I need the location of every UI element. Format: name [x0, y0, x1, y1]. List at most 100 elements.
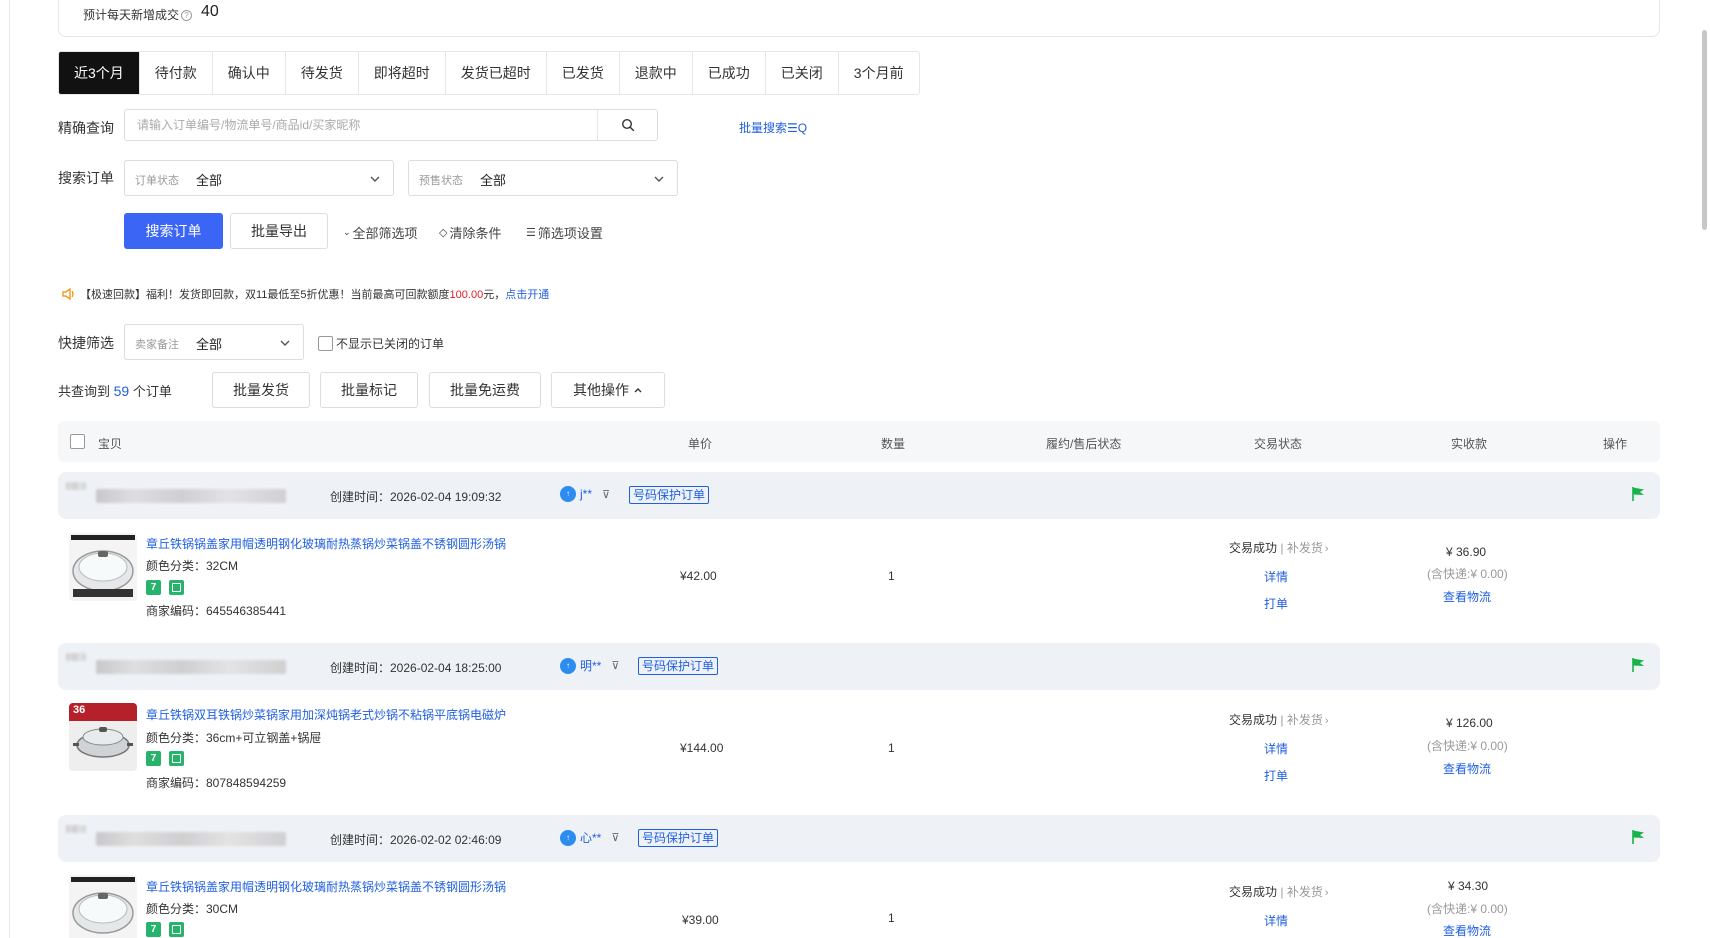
filter-icon[interactable]: ⊽ [611, 831, 619, 844]
filter-icon[interactable]: ⊽ [611, 659, 619, 672]
product-title-link[interactable]: 章丘铁锅锅盖家用帽透明钢化玻璃耐热蒸锅炒菜锅盖不锈钢圆形汤锅 [146, 878, 506, 895]
created-time: 创建时间：2026-02-04 18:25:00 [330, 661, 502, 675]
flag-icon[interactable] [1631, 829, 1645, 845]
seven-day-return-icon: 7 [146, 751, 161, 766]
batch-ship-button[interactable]: 批量发货 [212, 372, 310, 408]
blurred-order-number [96, 660, 286, 674]
product-title-link[interactable]: 章丘铁锅双耳铁锅炒菜锅家用加深炖锅老式炒锅不粘锅平底锅电磁炉 [146, 706, 506, 723]
print-order-link[interactable]: 打单 [1264, 595, 1288, 612]
seller-memo-select[interactable]: 卖家备注 全部 [124, 324, 304, 360]
product-image-badge: 36 [73, 704, 86, 716]
batch-mark-button[interactable]: 批量标记 [320, 372, 418, 408]
flag-icon[interactable] [1631, 486, 1645, 502]
product-tags: 7 [146, 922, 184, 937]
resend-link[interactable]: 补发货 [1287, 713, 1323, 727]
received-amount: ¥ 36.90 [1446, 545, 1487, 559]
received-amount: ¥ 126.00 [1446, 716, 1493, 730]
created-time: 创建时间：2026-02-04 19:09:32 [330, 490, 502, 504]
resend-link[interactable]: 补发货 [1287, 885, 1323, 899]
shipping-fee-included: (含快递:¥ 0.00) [1427, 567, 1508, 581]
help-icon[interactable]: ? [181, 10, 193, 21]
hide-closed-checkbox[interactable] [318, 336, 333, 351]
chevron-right-icon: › [1324, 887, 1329, 899]
vertical-scrollbar[interactable] [1702, 30, 1707, 230]
order-header: 创建时间：2026-02-04 19:09:32 ↑ j** ⊽ 号码保护订单 [58, 472, 1660, 519]
order-detail-link[interactable]: 详情 [1264, 568, 1288, 585]
tab-closed[interactable]: 已关闭 [765, 52, 839, 94]
daily-new-deals-label: 预计每天新增成交? [83, 6, 193, 23]
buyer-name[interactable]: ↑ 明** ⊽ [560, 657, 619, 674]
blurred-order-id [66, 482, 86, 490]
print-order-link[interactable]: 打单 [1264, 767, 1288, 784]
enable-link[interactable]: 点击开通 [505, 289, 549, 301]
precise-search-input[interactable] [125, 110, 597, 140]
chevron-down-icon [280, 340, 290, 346]
view-logistics-link[interactable]: 查看物流 [1443, 760, 1491, 777]
order-status-tabs: 近3个月 待付款 确认中 待发货 即将超时 发货已超时 已发货 退款中 已成功 … [58, 51, 920, 95]
flag-icon[interactable] [1631, 657, 1645, 673]
buyer-name[interactable]: ↑ j** ⊽ [560, 486, 610, 502]
all-filters-toggle[interactable]: ⌄ 全部筛选项 [343, 223, 418, 242]
order-status-select[interactable]: 订单状态 全部 [124, 160, 394, 196]
col-quantity: 数量 [881, 437, 906, 451]
select-all-checkbox[interactable] [70, 434, 85, 449]
product-image[interactable]: 36 [69, 703, 137, 771]
filter-icon[interactable]: ⊽ [602, 488, 610, 501]
chevron-down-icon [370, 176, 380, 182]
batch-export-button[interactable]: 批量导出 [230, 213, 328, 249]
number-protection-badge: 号码保护订单 [638, 829, 719, 847]
blurred-order-id [66, 825, 86, 833]
view-logistics-link[interactable]: 查看物流 [1443, 922, 1491, 938]
product-image[interactable] [69, 875, 137, 938]
pot-lid-image [69, 875, 137, 938]
tab-succeeded[interactable]: 已成功 [692, 52, 766, 94]
tab-about-to-timeout[interactable]: 即将超时 [358, 52, 446, 94]
merchant-code: 商家编码：807848594259 [146, 776, 287, 790]
other-operations-button[interactable]: 其他操作 [551, 372, 665, 408]
buyer-name[interactable]: ↑ 心** ⊽ [560, 829, 619, 846]
product-image[interactable] [69, 533, 137, 601]
tab-to-ship[interactable]: 待发货 [285, 52, 359, 94]
clear-conditions-button[interactable]: ◇ 清除条件 [439, 223, 501, 242]
tab-ship-timeout[interactable]: 发货已超时 [445, 52, 547, 94]
seven-day-return-icon: 7 [146, 580, 161, 595]
search-orders-button[interactable]: 搜索订单 [124, 213, 223, 249]
filter-settings-button[interactable]: ☰ 筛选项设置 [526, 223, 603, 242]
precise-search-label: 精确查询 [58, 120, 114, 136]
service-badge-icon [169, 751, 184, 766]
col-actions: 操作 [1603, 437, 1628, 451]
buyer-avatar-icon: ↑ [560, 657, 576, 674]
order-detail-link[interactable]: 详情 [1264, 912, 1288, 929]
col-item: 宝贝 [98, 437, 123, 451]
unit-price: ¥39.00 [682, 913, 719, 927]
product-sku: 颜色分类：30CM [146, 902, 239, 916]
unit-price: ¥144.00 [680, 741, 724, 755]
tab-refunding[interactable]: 退款中 [619, 52, 693, 94]
tab-older-than-3-months[interactable]: 3个月前 [838, 52, 919, 94]
order-detail-link[interactable]: 详情 [1264, 740, 1288, 757]
chevron-down-icon: ⌄ [343, 227, 351, 237]
speaker-icon [62, 288, 74, 300]
view-logistics-link[interactable]: 查看物流 [1443, 588, 1491, 605]
tab-confirming[interactable]: 确认中 [212, 52, 286, 94]
product-sku: 颜色分类：36cm+可立钢盖+锅屉 [146, 731, 322, 745]
tab-shipped[interactable]: 已发货 [546, 52, 620, 94]
created-time: 创建时间：2026-02-02 02:46:09 [330, 833, 502, 847]
menu-icon: ☰ [526, 227, 536, 239]
product-title-link[interactable]: 章丘铁锅锅盖家用帽透明钢化玻璃耐热蒸锅炒菜锅盖不锈钢圆形汤锅 [146, 535, 506, 552]
service-badge-icon [169, 580, 184, 595]
tab-recent-3-months[interactable]: 近3个月 [59, 52, 140, 94]
col-trade-status: 交易状态 [1254, 437, 1303, 451]
search-icon [621, 118, 634, 132]
search-button[interactable] [597, 110, 657, 140]
blurred-order-number [96, 489, 286, 503]
resend-link[interactable]: 补发货 [1287, 541, 1323, 555]
hide-closed-option[interactable]: 不显示已关闭的订单 [318, 335, 444, 352]
batch-free-shipping-button[interactable]: 批量免运费 [429, 372, 541, 408]
presale-status-select[interactable]: 预售状态 全部 [408, 160, 678, 196]
summary-card: 预计每天新增成交? 40 [58, 0, 1660, 37]
trade-status: 交易成功 | 补发货 › [1229, 713, 1329, 727]
tab-pending-payment[interactable]: 待付款 [139, 52, 213, 94]
trade-status: 交易成功 | 补发货 › [1229, 541, 1329, 555]
batch-search-link[interactable]: 批量搜索☰Q [739, 119, 807, 136]
